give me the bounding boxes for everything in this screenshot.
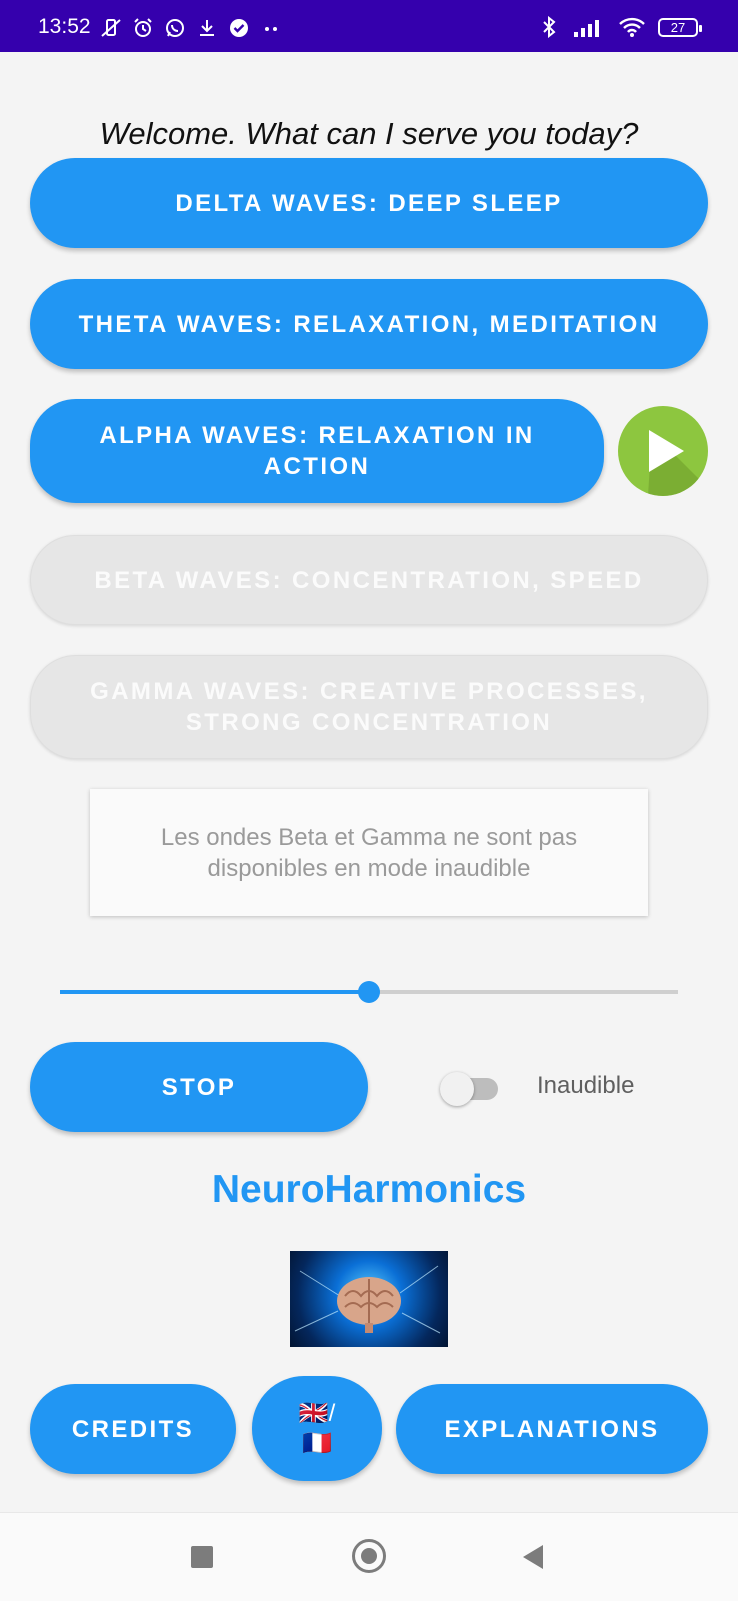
slider-fill — [60, 990, 369, 994]
wifi-icon — [619, 17, 645, 37]
more-dots-icon — [265, 27, 277, 31]
stop-button[interactable]: STOP — [30, 1042, 368, 1132]
explanations-button[interactable]: EXPLANATIONS — [396, 1384, 708, 1474]
brain-image — [290, 1251, 448, 1347]
recents-square-icon[interactable] — [191, 1546, 213, 1568]
signal-icon — [574, 20, 599, 37]
back-triangle-icon[interactable] — [523, 1545, 543, 1569]
status-right-icons: 27 — [538, 16, 702, 38]
language-flags-line1: 🇬🇧/ — [298, 1399, 336, 1427]
inaudible-info-message: Les ondes Beta et Gamma ne sont pas disp… — [90, 789, 648, 916]
home-circle-icon[interactable] — [352, 1539, 386, 1573]
inaudible-switch[interactable] — [440, 1072, 502, 1106]
check-circle-icon — [230, 19, 248, 37]
slider-thumb[interactable] — [358, 981, 380, 1003]
credits-button[interactable]: CREDITS — [30, 1384, 236, 1474]
beta-waves-button[interactable]: BETA WAVES: CONCENTRATION, SPEED — [30, 535, 708, 625]
delta-waves-button[interactable]: DELTA WAVES: DEEP SLEEP — [30, 158, 708, 248]
language-button[interactable]: 🇬🇧/ 🇫🇷 — [252, 1376, 382, 1481]
status-left-icons — [100, 17, 282, 39]
whatsapp-icon — [166, 19, 184, 37]
welcome-heading: Welcome. What can I serve you today? — [99, 116, 639, 151]
battery-icon: 27 — [658, 17, 702, 37]
volume-slider[interactable] — [60, 981, 678, 1003]
gamma-waves-button[interactable]: GAMMA WAVES: CREATIVE PROCESSES, STRONG … — [30, 655, 708, 759]
play-button[interactable] — [618, 406, 708, 496]
alpha-waves-button[interactable]: ALPHA WAVES: RELAXATION IN ACTION — [30, 399, 604, 503]
status-time: 13:52 — [38, 15, 91, 38]
inaudible-label: Inaudible — [537, 1072, 635, 1099]
brain-icon — [294, 1265, 441, 1334]
download-icon — [200, 20, 214, 36]
vibrate-off-icon — [101, 19, 121, 37]
status-bar: 13:52 27 — [0, 0, 738, 52]
alarm-icon — [134, 18, 152, 37]
switch-knob — [440, 1072, 474, 1106]
theta-waves-button[interactable]: THETA WAVES: RELAXATION, MEDITATION — [30, 279, 708, 369]
bluetooth-icon — [543, 16, 556, 38]
language-flags-line2: 🇫🇷 — [302, 1429, 332, 1457]
play-icon — [648, 430, 700, 496]
app-title: NeuroHarmonics — [211, 1168, 527, 1211]
